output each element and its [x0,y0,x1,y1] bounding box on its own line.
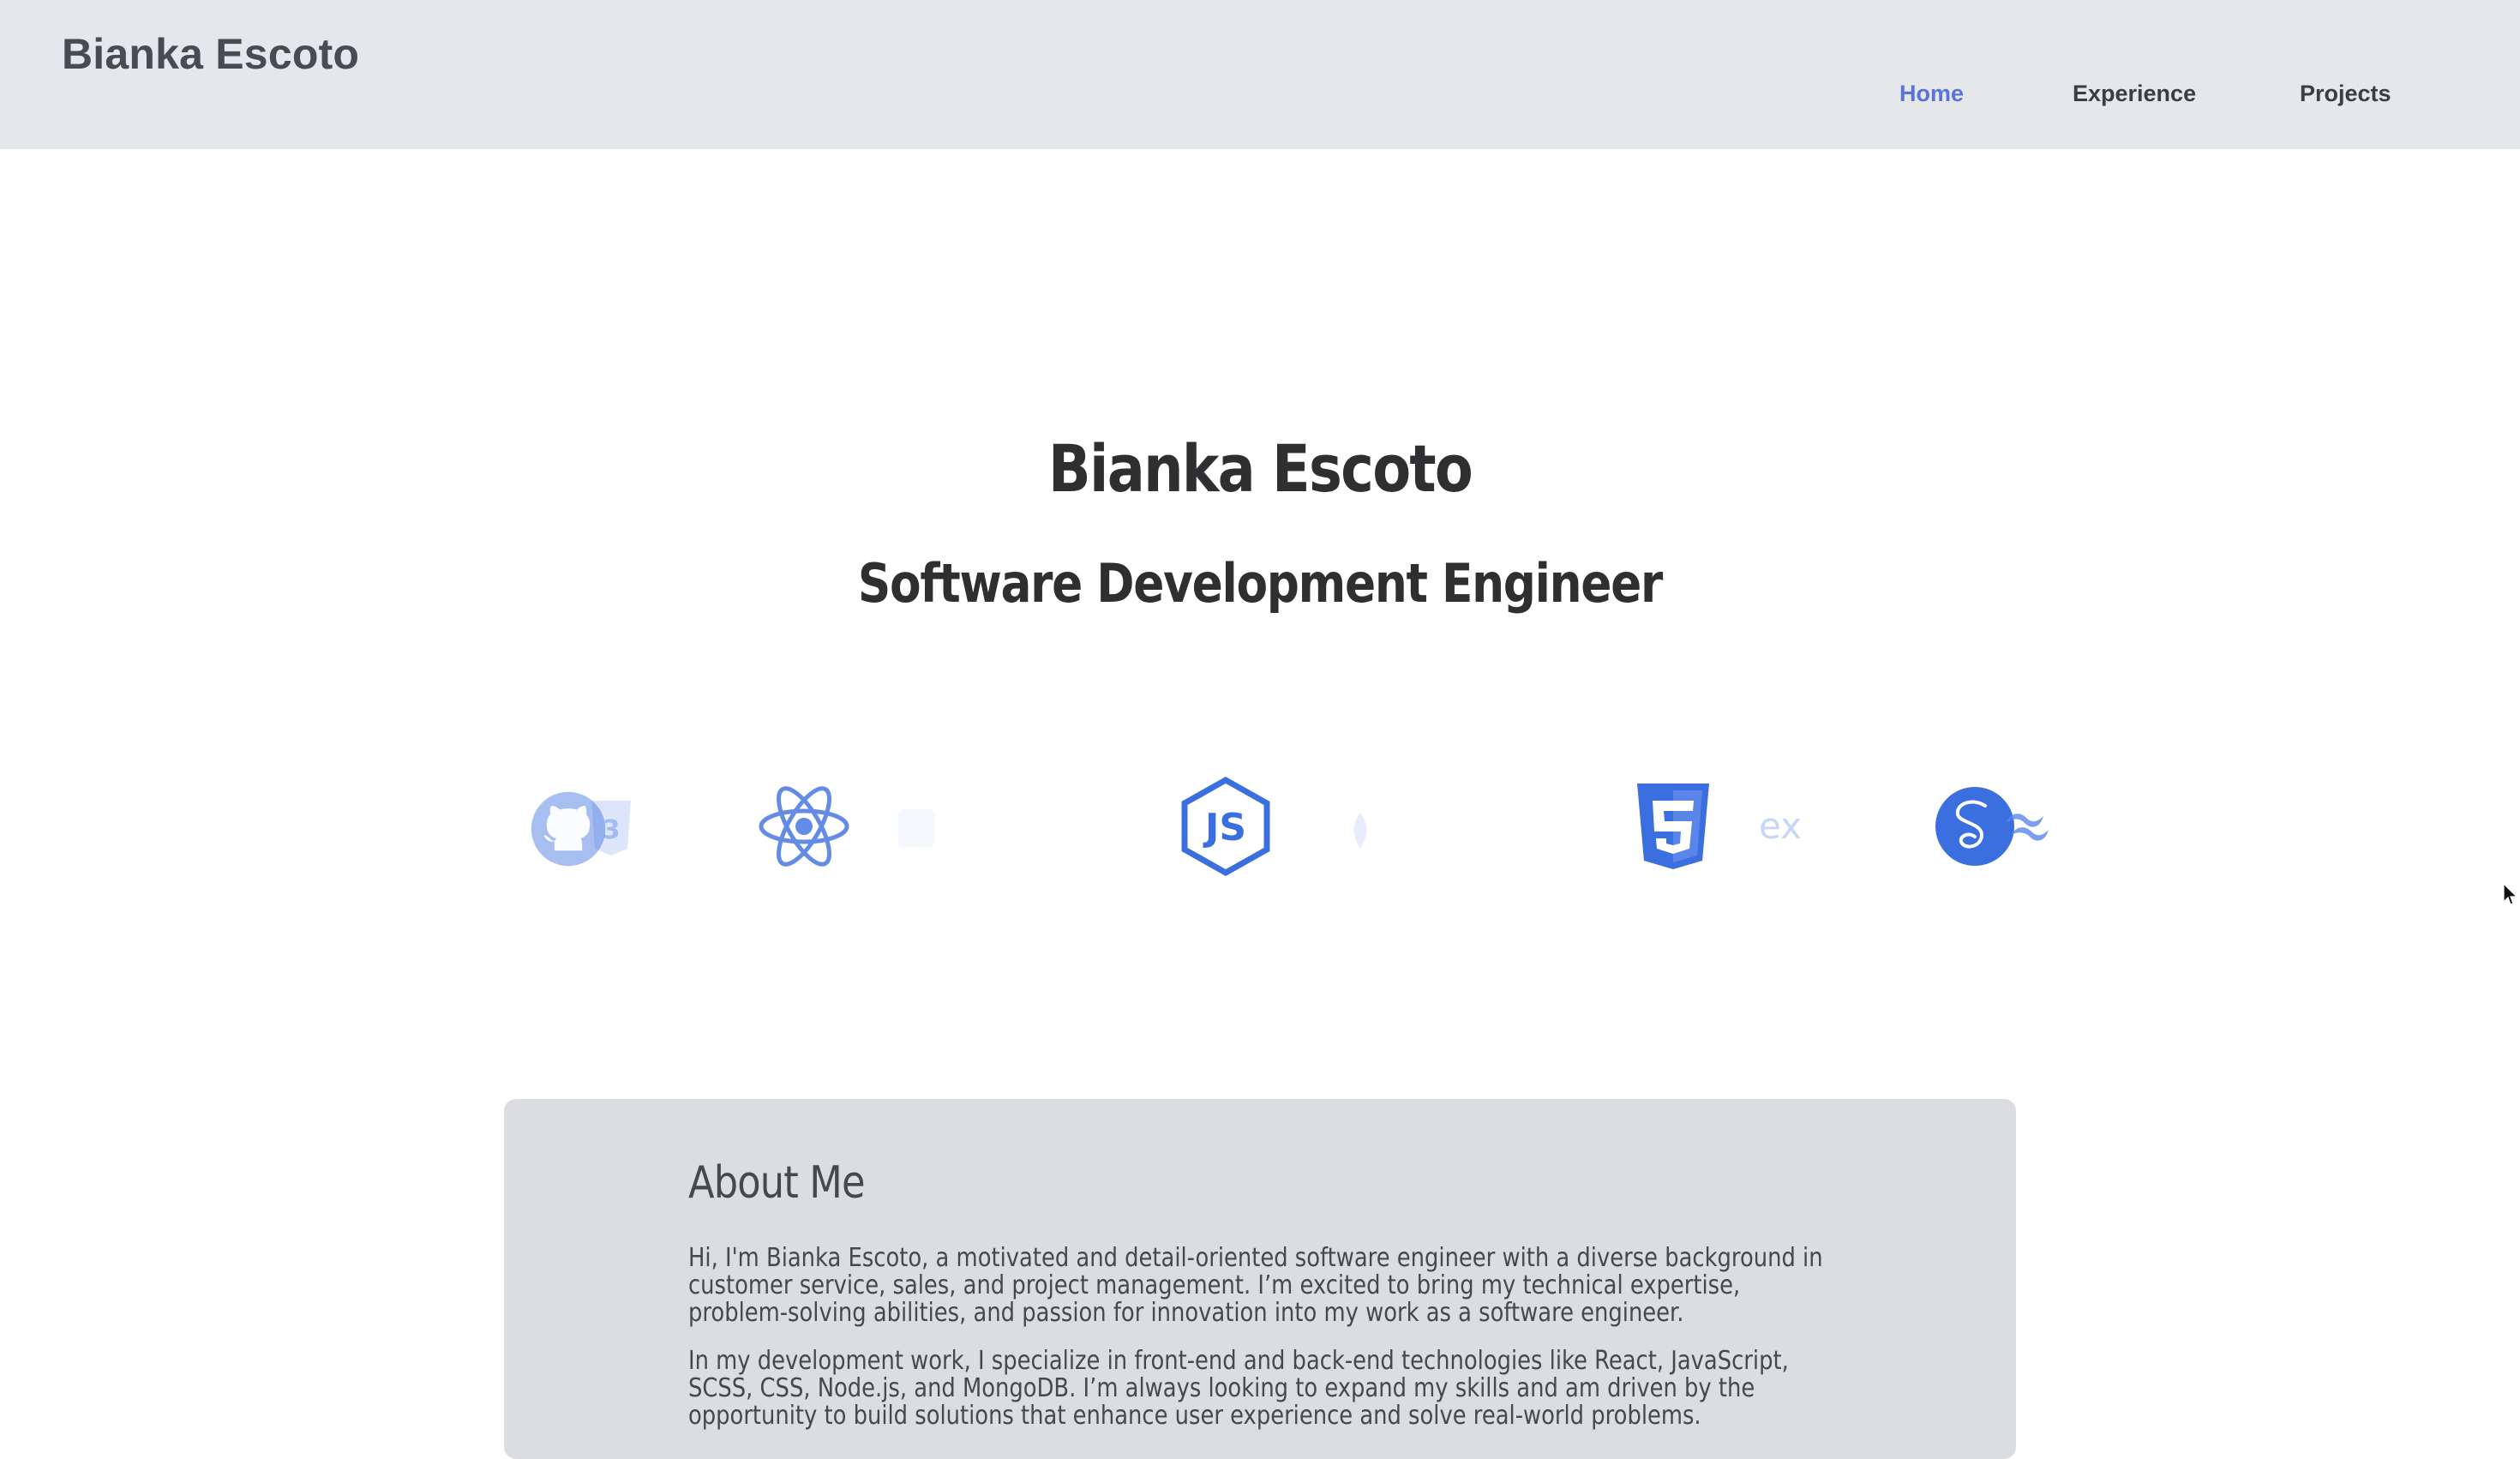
tailwind-icon [2006,814,2049,841]
about-paragraph-1: Hi, I'm Bianka Escoto, a motivated and d… [688,1243,1823,1328]
html5-icon [1637,784,1709,869]
hero-title: Software Development Engineer [857,552,1663,615]
react-icon [759,786,849,867]
nav-home[interactable]: Home [1899,81,1964,107]
faded-tech-icon [898,809,934,847]
about-heading: About Me [688,1157,866,1209]
brand-logo-text[interactable]: Bianka Escoto [62,29,359,79]
mouse-cursor-icon [2503,883,2518,905]
top-navbar: Bianka Escoto Home Experience Projects [0,0,2520,149]
svg-text:ex: ex [1759,806,1802,847]
mongodb-icon [1353,813,1367,849]
about-paragraph-2: In my development work, I specialize in … [688,1346,1789,1431]
svg-text:JS: JS [1203,806,1246,850]
express-icon: ex [1759,806,1802,847]
nav-experience[interactable]: Experience [2073,81,2196,107]
svg-text:3: 3 [603,815,621,845]
css3-icon: 3 [591,801,631,856]
nav-projects[interactable]: Projects [2300,81,2391,107]
hero-name: Bianka Escoto [1047,430,1473,507]
nodejs-icon: JS [1181,777,1270,876]
